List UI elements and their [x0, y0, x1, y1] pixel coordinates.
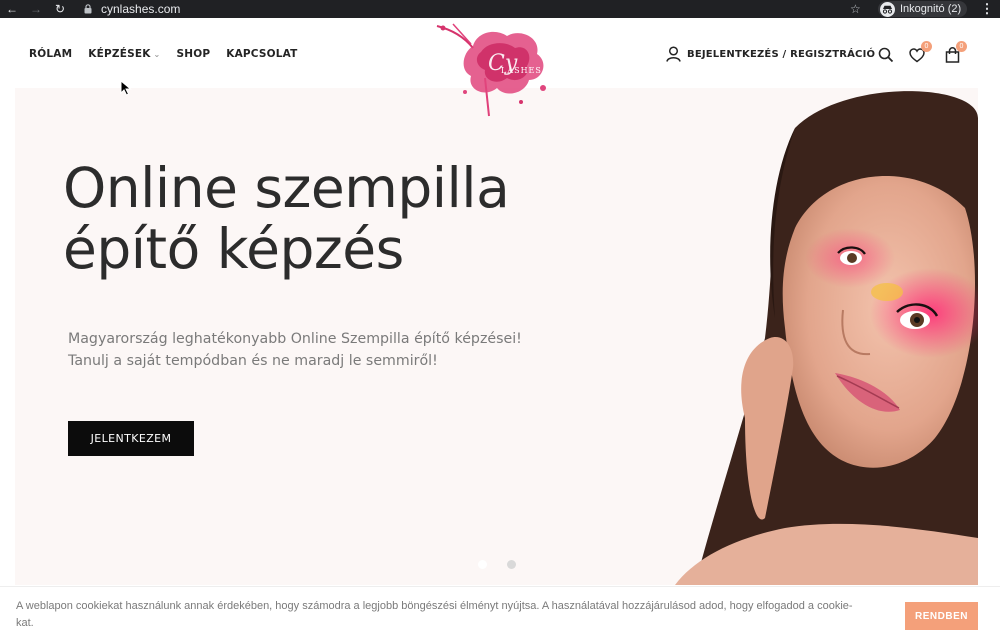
address-bar[interactable]: cynlashes.com	[101, 2, 180, 16]
apply-button[interactable]: JELENTKEZEM	[68, 421, 194, 456]
login-register-label: BEJELENTKEZÉS / REGISZTRÁCIÓ	[687, 48, 876, 60]
search-icon	[878, 47, 894, 63]
forward-arrow-icon[interactable]: →	[27, 0, 45, 18]
menu-item-label: KAPCSOLAT	[226, 48, 298, 60]
kebab-menu-icon[interactable]: ⋮	[980, 0, 994, 18]
incognito-label: Inkognitó (2)	[900, 3, 962, 15]
hero-subtitle-line: Tanulj a saját tempódban és ne maradj le…	[68, 353, 438, 369]
menu-item-kepzesek[interactable]: KÉPZÉSEK ⌄	[88, 48, 160, 60]
menu-item-label: RÓLAM	[29, 48, 73, 60]
slider-dot-1[interactable]	[478, 560, 487, 569]
slider-dot-2[interactable]	[507, 560, 516, 569]
back-arrow-icon[interactable]: ←	[3, 0, 21, 18]
svg-text:LASHES: LASHES	[501, 66, 542, 75]
site-logo[interactable]: Cy LASHES	[425, 18, 555, 118]
user-icon	[666, 46, 681, 62]
browser-toolbar: ← → ↻ cynlashes.com ☆ Inkognitó (2) ⋮	[0, 0, 1000, 18]
chevron-down-icon: ⌄	[153, 49, 161, 59]
mouse-cursor-icon	[120, 80, 132, 96]
hero-title-line: Online szempilla	[63, 156, 510, 220]
hero-title: Online szempilla építő képzés	[63, 158, 583, 280]
site-header: RÓLAM KÉPZÉSEK ⌄ SHOP KAPCSOLAT Cy LASHES…	[0, 18, 1000, 117]
wishlist-count-badge: 0	[921, 41, 932, 52]
cookie-notice: A weblapon cookiekat használunk annak ér…	[0, 586, 1000, 642]
main-menu: RÓLAM KÉPZÉSEK ⌄ SHOP KAPCSOLAT	[29, 48, 298, 60]
slider-pagination	[478, 560, 516, 569]
incognito-icon	[880, 1, 895, 17]
cookie-accept-button[interactable]: RENDBEN	[905, 602, 978, 630]
search-button[interactable]	[877, 46, 895, 64]
login-register-link[interactable]: BEJELENTKEZÉS / REGISZTRÁCIÓ	[666, 46, 875, 62]
menu-item-shop[interactable]: SHOP	[176, 48, 210, 60]
incognito-indicator[interactable]: Inkognitó (2)	[878, 1, 968, 17]
hero-subtitle-line: Magyarország leghatékonyabb Online Szemp…	[68, 331, 522, 347]
menu-item-label: KÉPZÉSEK	[88, 48, 151, 60]
hero-subtitle: Magyarország leghatékonyabb Online Szemp…	[68, 328, 588, 372]
cart-button[interactable]: 0	[943, 41, 967, 64]
wishlist-button[interactable]: 0	[908, 41, 932, 64]
menu-item-kapcsolat[interactable]: KAPCSOLAT	[226, 48, 297, 60]
hero-slider: Online szempilla építő képzés Magyarorsz…	[15, 88, 978, 585]
cookie-text: A weblapon cookiekat használunk annak ér…	[16, 600, 853, 629]
reload-icon[interactable]: ↻	[51, 0, 69, 18]
menu-item-rolam[interactable]: RÓLAM	[29, 48, 72, 60]
lock-icon[interactable]	[83, 4, 93, 14]
menu-item-label: SHOP	[176, 48, 211, 60]
cart-count-badge: 0	[956, 41, 967, 52]
star-icon[interactable]: ☆	[850, 0, 861, 18]
hero-model-photo	[675, 91, 978, 585]
hero-title-line: építő képzés	[63, 217, 404, 281]
